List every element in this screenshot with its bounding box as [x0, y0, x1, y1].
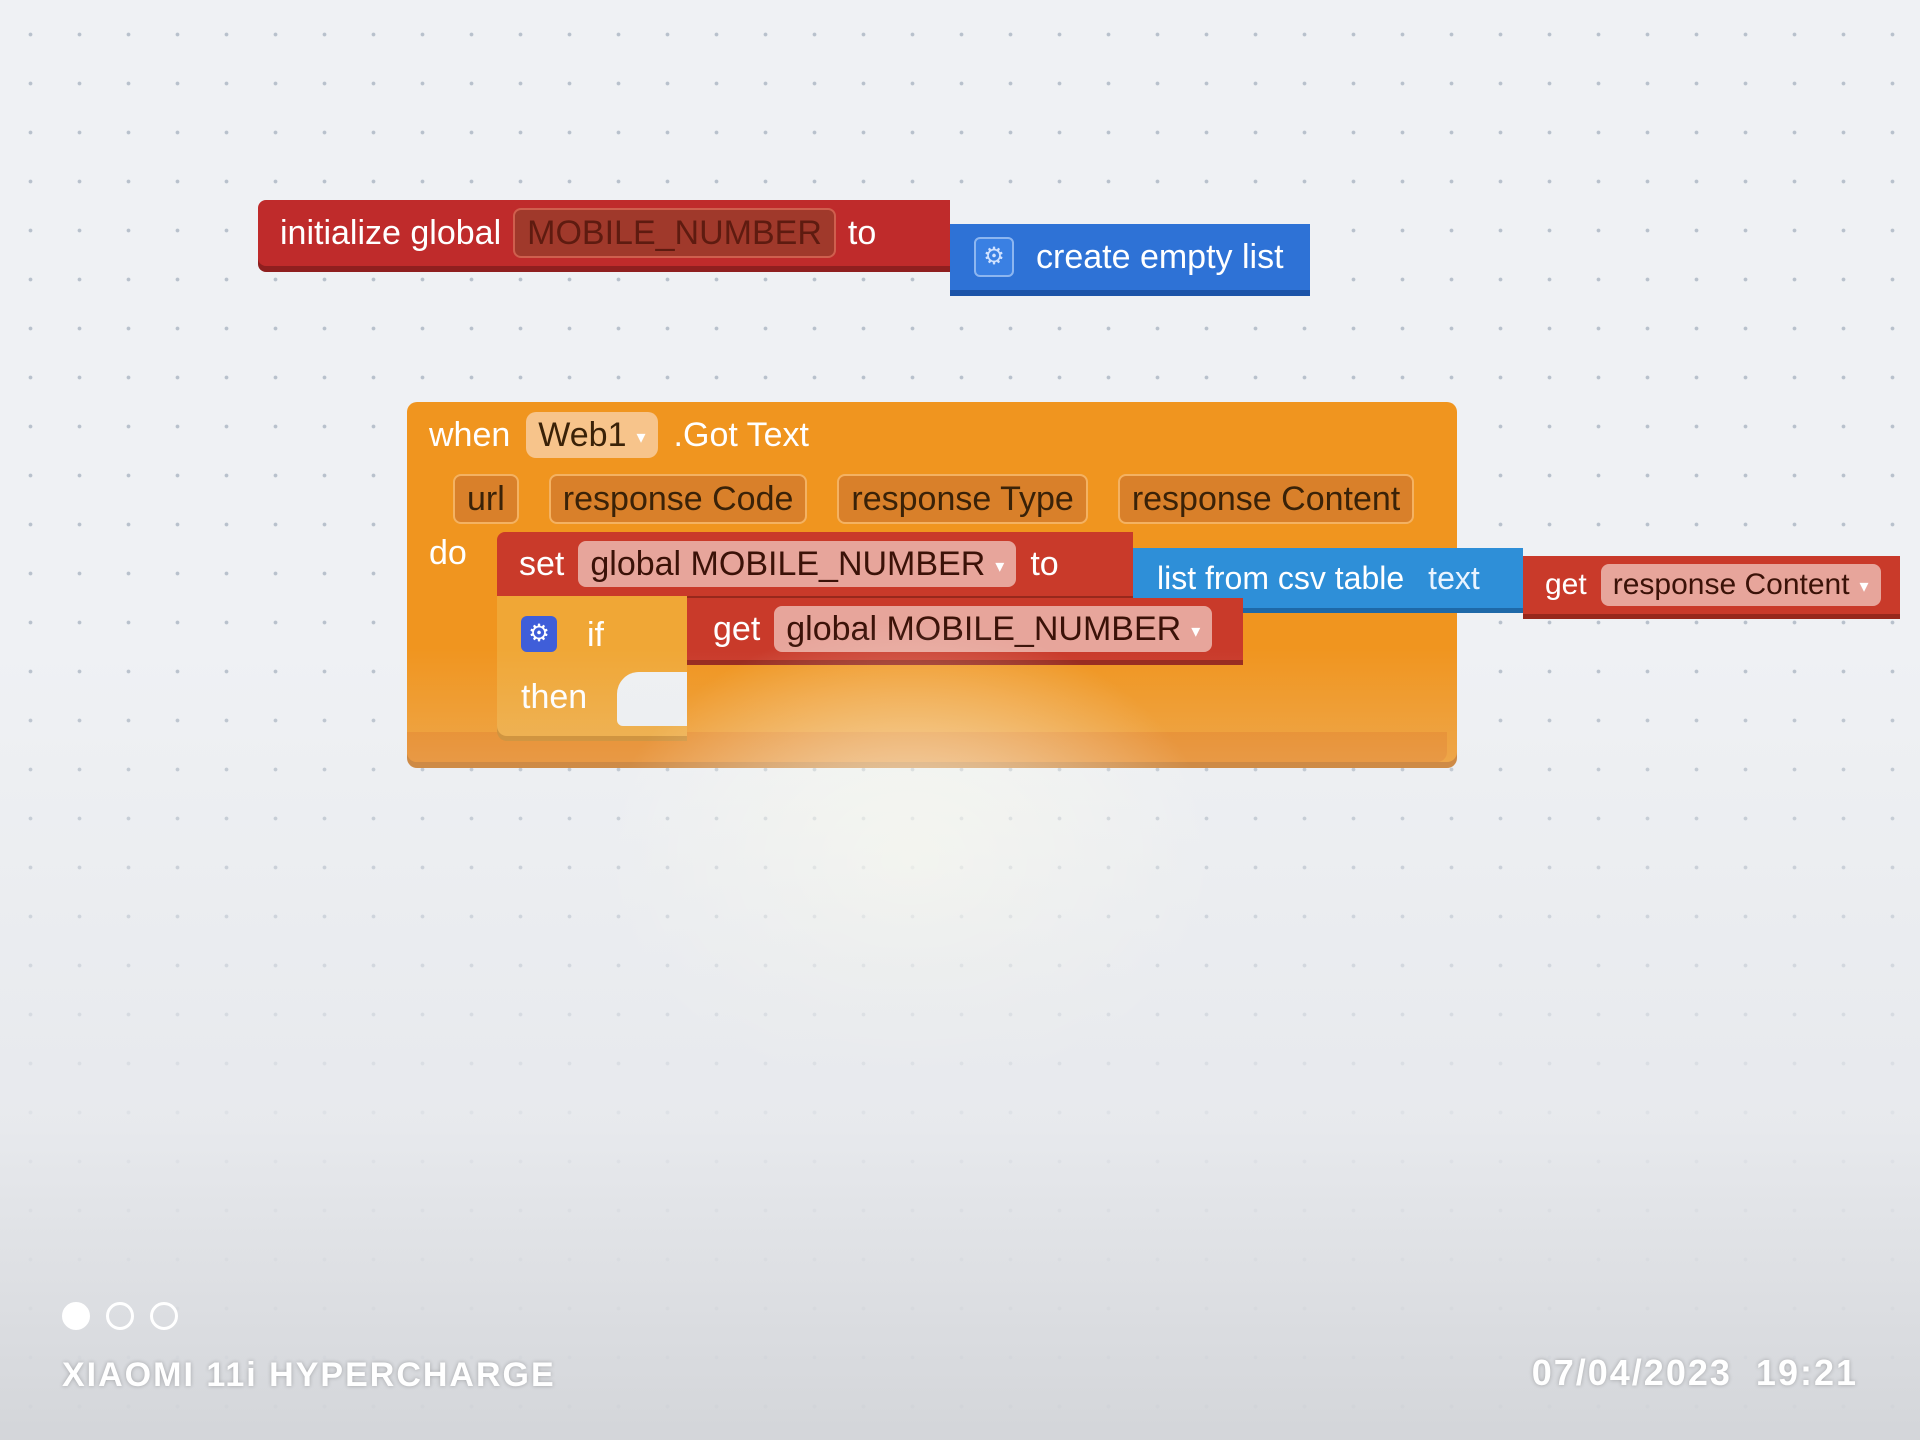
get-global-variable-name: global MOBILE_NUMBER [786, 610, 1182, 648]
event-parameters: url response Code response Type response… [453, 474, 1444, 524]
get-response-variable: response Content [1612, 568, 1850, 601]
event-name-label: .Got Text [673, 416, 809, 454]
set-variable-name: global MOBILE_NUMBER [590, 545, 986, 583]
get-global-label: get [713, 610, 761, 648]
set-variable-dropdown[interactable]: global MOBILE_NUMBER ▾ [578, 541, 1017, 587]
then-statement-socket[interactable] [617, 672, 687, 726]
blocks-workspace[interactable]: initialize global MOBILE_NUMBER to ⚙ cre… [0, 0, 1920, 1440]
dropdown-arrow-icon: ▾ [995, 556, 1005, 577]
gear-icon[interactable]: ⚙ [974, 237, 1014, 277]
create-empty-list-label: create empty list [1036, 238, 1284, 276]
then-label: then [521, 678, 588, 716]
set-label: set [519, 545, 565, 583]
get-label: get [1545, 568, 1587, 601]
do-label: do [429, 534, 467, 572]
get-response-dropdown[interactable]: response Content ▾ [1600, 564, 1881, 606]
event-block-footer [407, 732, 1447, 762]
component-name: Web1 [538, 416, 627, 454]
csv-table-label: list from csv table [1157, 560, 1405, 596]
create-empty-list-block[interactable]: ⚙ create empty list [950, 224, 1310, 290]
set-to-label: to [1030, 545, 1059, 583]
event-header: when Web1 ▾ .Got Text [429, 412, 809, 458]
when-label: when [429, 416, 511, 454]
dropdown-arrow-icon: ▾ [636, 427, 646, 448]
initialize-global-label: initialize global [280, 214, 502, 252]
if-then-block[interactable]: ⚙ if then [497, 596, 687, 736]
csv-text-param-label: text [1428, 560, 1480, 596]
param-response-type[interactable]: response Type [837, 474, 1088, 524]
gear-icon[interactable]: ⚙ [521, 616, 557, 652]
get-global-dropdown[interactable]: global MOBILE_NUMBER ▾ [774, 606, 1213, 652]
if-label: if [587, 616, 604, 654]
param-response-content[interactable]: response Content [1117, 474, 1415, 524]
initialize-to-label: to [847, 214, 877, 252]
param-url[interactable]: url [453, 474, 519, 524]
get-global-variable-block[interactable]: get global MOBILE_NUMBER ▾ [687, 598, 1243, 660]
get-response-content-block[interactable]: get response Content ▾ [1523, 556, 1900, 614]
dropdown-arrow-icon: ▾ [1859, 576, 1869, 597]
param-response-code[interactable]: response Code [548, 474, 808, 524]
component-dropdown[interactable]: Web1 ▾ [526, 412, 658, 458]
global-variable-name-field[interactable]: MOBILE_NUMBER [513, 208, 836, 258]
initialize-global-block[interactable]: initialize global MOBILE_NUMBER to [258, 200, 950, 266]
set-global-block[interactable]: set global MOBILE_NUMBER ▾ to [497, 532, 1133, 596]
dropdown-arrow-icon: ▾ [1191, 621, 1201, 642]
